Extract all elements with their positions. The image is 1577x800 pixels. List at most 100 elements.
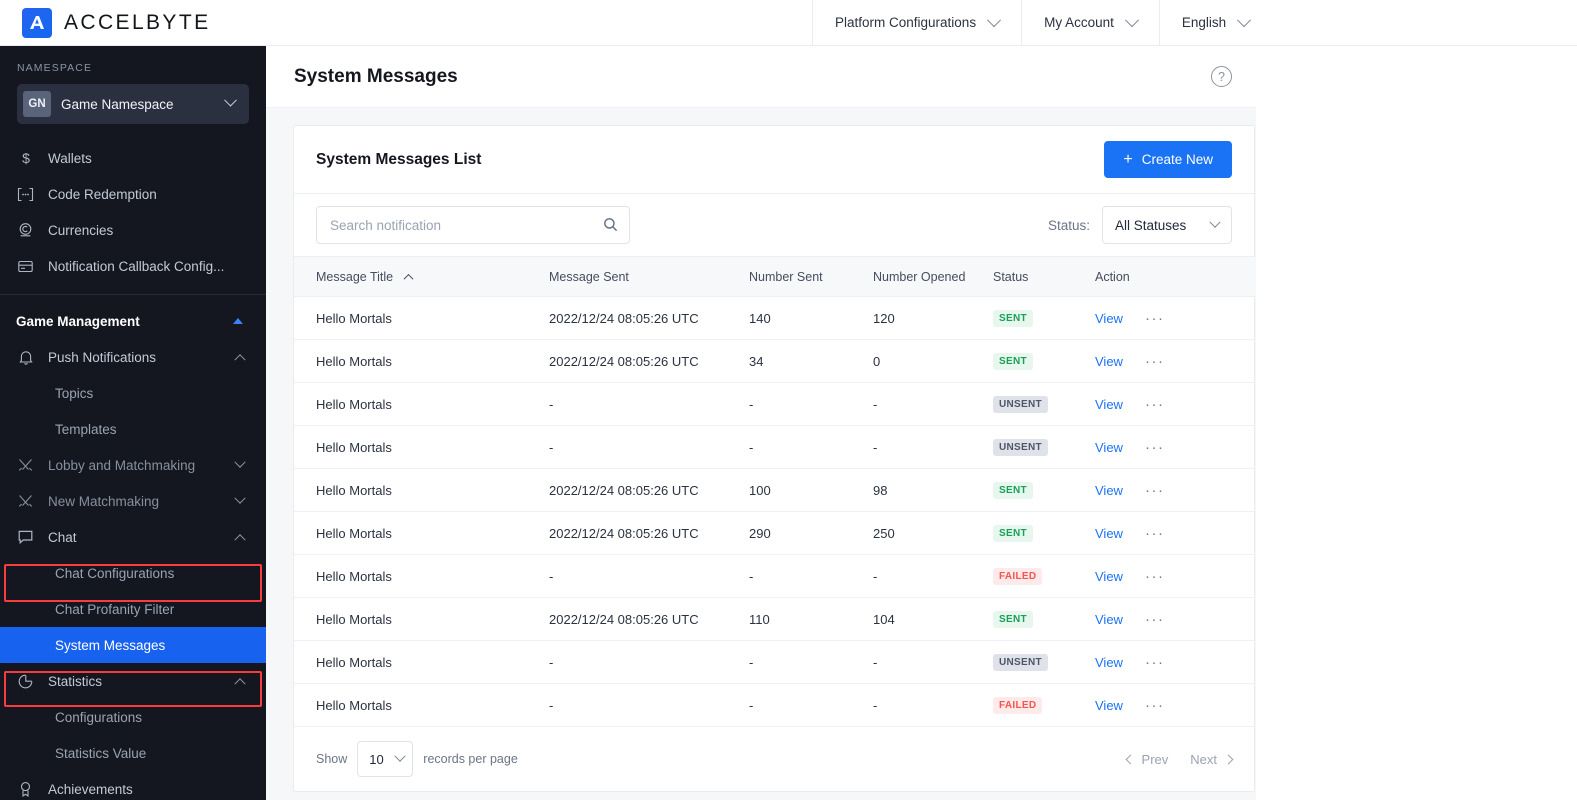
search-input[interactable] (316, 206, 630, 244)
create-new-button[interactable]: + Create New (1104, 141, 1232, 178)
cell-message-title: Hello Mortals (294, 296, 549, 340)
cell-message-sent: - (549, 683, 749, 727)
sidebar-group-push-notifications[interactable]: Push Notifications (0, 339, 266, 375)
sidebar-item-chat-configurations[interactable]: Chat Configurations (0, 555, 266, 591)
namespace-name: Game Namespace (61, 96, 174, 112)
cell-status: FAILED (993, 683, 1095, 727)
namespace-selector[interactable]: GN Game Namespace (17, 84, 249, 124)
sidebar-group-lobby-and-matchmaking[interactable]: Lobby and Matchmaking (0, 447, 266, 483)
status-filter-select[interactable]: All Statuses (1102, 206, 1232, 244)
top-bar: ACCELBYTE Platform Configurations My Acc… (0, 0, 1577, 46)
cell-status: FAILED (993, 554, 1095, 598)
sidebar-group-new-matchmaking[interactable]: New Matchmaking (0, 483, 266, 519)
sidebar-item-chat-profanity-filter[interactable]: Chat Profanity Filter (0, 591, 266, 627)
cell-message-sent: - (549, 554, 749, 598)
sidebar-item-code-redemption[interactable]: Code Redemption (0, 176, 266, 212)
view-link[interactable]: View (1095, 483, 1123, 498)
column-header-status[interactable]: Status (993, 256, 1095, 297)
sidebar-item-wallets[interactable]: $ Wallets (0, 140, 266, 176)
top-nav: Platform Configurations My Account Engli… (812, 0, 1577, 45)
top-nav-platform-configurations[interactable]: Platform Configurations (812, 0, 1021, 45)
sidebar-item-statistics-value[interactable]: Statistics Value (0, 735, 266, 771)
column-header-number-opened[interactable]: Number Opened (873, 256, 993, 297)
svg-text:$: $ (22, 150, 30, 166)
sidebar-sub-label: Chat Profanity Filter (55, 601, 175, 617)
more-actions-icon[interactable]: ··· (1145, 698, 1165, 713)
sidebar-group-label: New Matchmaking (48, 493, 160, 509)
view-link[interactable]: View (1095, 698, 1123, 713)
more-actions-icon[interactable]: ··· (1145, 311, 1165, 326)
sidebar-group-statistics[interactable]: Statistics (0, 663, 266, 699)
next-page-button[interactable]: Next (1190, 751, 1234, 767)
sidebar-item-configurations[interactable]: Configurations (0, 699, 266, 735)
more-actions-icon[interactable]: ··· (1145, 612, 1165, 627)
cell-action: View ··· (1095, 425, 1255, 469)
sidebar-item-notification-callback-config[interactable]: Notification Callback Config... (0, 248, 266, 284)
create-new-label: Create New (1141, 152, 1213, 167)
sidebar-item-templates[interactable]: Templates (0, 411, 266, 447)
more-actions-icon[interactable]: ··· (1145, 397, 1165, 412)
medal-icon (16, 780, 35, 799)
view-link[interactable]: View (1095, 526, 1123, 541)
sidebar-group-achievements[interactable]: Achievements (0, 771, 266, 800)
more-actions-icon[interactable]: ··· (1145, 354, 1165, 369)
table-row: Hello Mortals - - - FAILED View ··· (294, 554, 1255, 598)
prev-page-button[interactable]: Prev (1125, 751, 1169, 767)
sidebar-group-chat[interactable]: Chat (0, 519, 266, 555)
table-row: Hello Mortals 2022/12/24 08:05:26 UTC 34 0 S… (294, 339, 1255, 383)
more-actions-icon[interactable]: ··· (1145, 569, 1165, 584)
brand-logo[interactable]: ACCELBYTE (0, 0, 812, 45)
cell-status: UNSENT (993, 382, 1095, 426)
cell-message-title: Hello Mortals (294, 554, 549, 598)
prev-label: Prev (1141, 751, 1169, 767)
cell-status: SENT (993, 339, 1095, 383)
chevron-down-icon (234, 456, 246, 468)
chevron-down-icon (224, 93, 237, 107)
table-row: Hello Mortals 2022/12/24 08:05:26 UTC 110 1… (294, 597, 1255, 641)
cell-number-opened: 98 (873, 468, 993, 512)
accelbyte-logo-icon (22, 7, 52, 38)
more-actions-icon[interactable]: ··· (1145, 655, 1165, 670)
pagination: Prev Next (1125, 751, 1234, 767)
page-size-select[interactable]: 10 (357, 741, 414, 777)
cell-message-sent: - (549, 382, 749, 426)
cell-number-sent: 140 (749, 296, 873, 340)
cell-message-title: Hello Mortals (294, 511, 549, 555)
cell-number-sent: - (749, 640, 873, 684)
view-link[interactable]: View (1095, 440, 1123, 455)
chevron-right-icon (1223, 754, 1234, 764)
view-link[interactable]: View (1095, 354, 1123, 369)
column-header-number-sent[interactable]: Number Sent (749, 256, 873, 297)
column-header-action: Action (1095, 256, 1255, 297)
cell-number-sent: - (749, 683, 873, 727)
view-link[interactable]: View (1095, 397, 1123, 412)
view-link[interactable]: View (1095, 569, 1123, 584)
more-actions-icon[interactable]: ··· (1145, 526, 1165, 541)
top-nav-language[interactable]: English (1158, 0, 1271, 45)
column-header-message-sent[interactable]: Message Sent (549, 256, 749, 297)
sidebar-section-game-management[interactable]: Game Management (0, 303, 266, 339)
search-icon[interactable] (603, 217, 618, 237)
sidebar-item-currencies[interactable]: Currencies (0, 212, 266, 248)
chevron-down-icon (987, 12, 1002, 27)
view-link[interactable]: View (1095, 612, 1123, 627)
top-nav-my-account[interactable]: My Account (1021, 0, 1159, 45)
view-link[interactable]: View (1095, 311, 1123, 326)
more-actions-icon[interactable]: ··· (1145, 483, 1165, 498)
sidebar-item-topics[interactable]: Topics (0, 375, 266, 411)
sidebar-group-label: Lobby and Matchmaking (48, 457, 196, 473)
view-link[interactable]: View (1095, 655, 1123, 670)
column-header-message-title[interactable]: Message Title (294, 256, 549, 297)
more-actions-icon[interactable]: ··· (1145, 440, 1165, 455)
sidebar-nav: $ Wallets Code Redemption Currencies Not… (0, 136, 266, 800)
sidebar-sub-label: Templates (55, 421, 117, 437)
filter-row: Status: All Statuses (294, 193, 1254, 256)
sidebar-item-system-messages[interactable]: System Messages (0, 627, 266, 663)
chevron-up-icon (233, 318, 243, 324)
help-icon[interactable]: ? (1211, 66, 1232, 87)
sidebar-item-label: Currencies (48, 222, 114, 238)
sidebar-sub-label: Statistics Value (55, 745, 147, 761)
cell-message-sent: - (549, 425, 749, 469)
next-label: Next (1190, 751, 1217, 767)
cell-status: SENT (993, 511, 1095, 555)
